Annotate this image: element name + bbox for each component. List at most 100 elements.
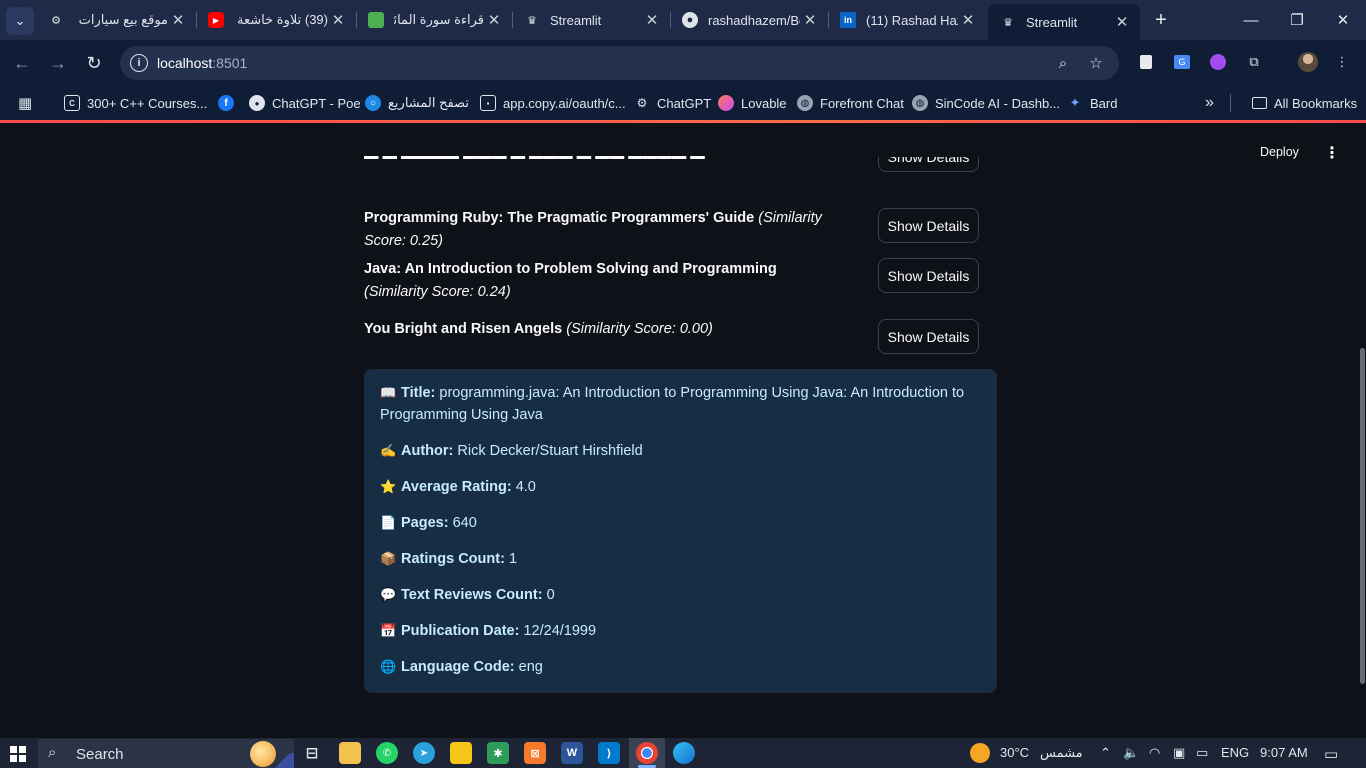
windows-taskbar: ⌕ Search ⊟ ✆ ➤ ✱ ⊠ W ⟩ 30°C مشمس ⌃ 🔈 ◠ ▣… [0, 738, 1366, 768]
taskbar-search-box[interactable]: ⌕ Search [38, 739, 294, 768]
close-tab-icon[interactable]: ✕ [800, 10, 820, 30]
chevron-up-icon[interactable]: ⌃ [1100, 745, 1111, 761]
forward-arrow-icon[interactable]: → [46, 51, 70, 75]
clock-time[interactable]: 9:07 AM [1260, 745, 1308, 760]
bookmark-label: app.copy.ai/oauth/c... [503, 95, 626, 111]
file-explorer-icon[interactable] [339, 742, 361, 764]
bookmarks-divider [1230, 92, 1231, 114]
whatsapp-icon[interactable]: ✆ [376, 742, 398, 764]
poe-icon: ● [249, 95, 265, 111]
windows-start-icon[interactable] [10, 746, 26, 762]
tab-search-chevron-icon[interactable]: ⌄ [6, 7, 34, 35]
show-details-button[interactable]: Show Details [878, 157, 979, 172]
url-host: localhost [157, 55, 213, 71]
lovable-icon [718, 95, 734, 111]
app-icon[interactable]: ✱ [487, 742, 509, 764]
chrome-icon[interactable] [636, 742, 658, 764]
zoom-search-icon[interactable]: ⌕ [1053, 53, 1073, 73]
tab-car-sales[interactable]: ⚙ موقع بيع سيارات ✕ [36, 0, 196, 40]
address-url[interactable]: localhost:8501 [157, 55, 247, 71]
telegram-icon[interactable]: ➤ [413, 742, 435, 764]
tab-streamlit-active[interactable]: ♛ Streamlit ✕ [988, 4, 1140, 40]
course-icon: C [64, 95, 80, 111]
tab-github[interactable]: ● rashadhazem/Bo ✕ [670, 0, 828, 40]
bookmark-chatgpt[interactable]: ⚙ ChatGPT [634, 92, 712, 114]
bookmark-bard[interactable]: ✦ Bard [1067, 92, 1118, 114]
scrollbar-thumb[interactable] [1360, 348, 1365, 684]
apps-grid-icon[interactable]: ▦ [18, 92, 32, 114]
show-details-button[interactable]: Show Details [878, 319, 979, 354]
site-info-icon[interactable]: i [130, 54, 148, 72]
detail-label: Language Code: [401, 659, 515, 675]
close-tab-icon[interactable]: ✕ [642, 10, 662, 30]
extensions-puzzle-icon[interactable]: ⧉ [1244, 52, 1264, 72]
detail-value: Rick Decker/Stuart Hirshfield [457, 443, 643, 459]
word-icon[interactable]: W [561, 742, 583, 764]
close-tab-icon[interactable]: ✕ [1112, 12, 1132, 32]
github-icon: ● [682, 12, 698, 28]
deploy-button[interactable]: Deploy [1260, 145, 1299, 159]
purple-extension-icon[interactable] [1208, 52, 1228, 72]
package-icon: 📦 [380, 551, 397, 566]
restore-button[interactable]: ❐ [1274, 0, 1320, 40]
tab-quran-recitation[interactable]: ▶ (39) تلاوة خاشعة ✕ [196, 0, 356, 40]
bookmark-projects[interactable]: ○ تصفح المشاريع [365, 92, 469, 114]
tab-title: (11) Rashad Haz [866, 12, 958, 28]
show-details-button[interactable]: Show Details [878, 208, 979, 243]
more-bookmarks-button[interactable]: » [1205, 92, 1214, 114]
detail-value: 1 [508, 551, 518, 567]
address-bar[interactable]: i localhost:8501 ⌕ ☆ [120, 46, 1119, 80]
copyai-icon: ▪ [480, 95, 496, 111]
bookmark-sincode[interactable]: ◍ SinCode AI - Dashb... [912, 92, 1060, 114]
speech-bubble-icon: 💬 [380, 587, 397, 602]
camera-icon[interactable]: ▣ [1173, 745, 1185, 761]
reload-icon[interactable]: ↻ [82, 51, 106, 75]
bookmark-copyai[interactable]: ▪ app.copy.ai/oauth/c... [480, 92, 626, 114]
vscode-icon[interactable]: ⟩ [598, 742, 620, 764]
bookmark-forefront[interactable]: ◍ Forefront Chat [797, 92, 904, 114]
wifi-icon[interactable]: ◠ [1149, 745, 1160, 761]
close-window-button[interactable]: ✕ [1320, 0, 1366, 40]
bookmark-cpp-courses[interactable]: C 300+ C++ Courses... [64, 92, 207, 114]
edge-icon[interactable] [673, 742, 695, 764]
tab-linkedin[interactable]: in (11) Rashad Haz ✕ [828, 0, 986, 40]
app-menu-icon[interactable]: ⋮ [1322, 143, 1342, 163]
weather-sun-icon[interactable] [970, 743, 990, 763]
close-tab-icon[interactable]: ✕ [328, 10, 348, 30]
tab-surah[interactable]: قراءة سورة المائدة ✕ [356, 0, 512, 40]
bookmark-lovable[interactable]: Lovable [718, 92, 787, 114]
close-tab-icon[interactable]: ✕ [958, 10, 978, 30]
bookmark-star-icon[interactable]: ☆ [1086, 53, 1106, 73]
xampp-icon[interactable]: ⊠ [524, 742, 546, 764]
projects-icon: ○ [365, 95, 381, 111]
weather-condition[interactable]: مشمس [1040, 745, 1083, 761]
writing-hand-icon: ✍️ [380, 443, 397, 458]
speaker-icon[interactable]: 🔈 [1123, 745, 1139, 761]
battery-icon[interactable]: ▭ [1196, 745, 1208, 761]
weather-temperature[interactable]: 30°C [1000, 745, 1029, 760]
notifications-icon[interactable]: ▭ [1324, 745, 1338, 763]
tab-streamlit-1[interactable]: ♛ Streamlit ✕ [512, 0, 670, 40]
page-icon: 📄 [380, 515, 397, 530]
new-tab-button[interactable]: + [1148, 8, 1174, 32]
input-language[interactable]: ENG [1221, 745, 1249, 760]
bookmark-poe[interactable]: ● ChatGPT - Poe [249, 92, 361, 114]
minimize-button[interactable]: — [1228, 0, 1274, 40]
result-row: You Bright and Risen Angels (Similarity … [364, 318, 844, 341]
task-view-icon[interactable]: ⊟ [301, 742, 323, 764]
profile-avatar[interactable] [1298, 52, 1318, 72]
close-tab-icon[interactable]: ✕ [484, 10, 504, 30]
bookmark-facebook[interactable]: f [218, 92, 241, 114]
show-details-button[interactable]: Show Details [878, 258, 979, 293]
translate-extension-icon[interactable]: G [1172, 52, 1192, 72]
browser-menu-icon[interactable]: ⋮ [1332, 52, 1352, 72]
close-tab-icon[interactable]: ✕ [168, 10, 188, 30]
youtube-icon: ▶ [208, 12, 224, 28]
url-port: :8501 [212, 55, 248, 71]
all-bookmarks-button[interactable]: All Bookmarks [1252, 92, 1357, 114]
back-arrow-icon[interactable]: ← [10, 51, 34, 75]
power-bi-icon[interactable] [450, 742, 472, 764]
similarity-score: (Similarity Score: 0.00) [566, 321, 713, 337]
notes-extension-icon[interactable] [1136, 52, 1156, 72]
bookmark-label: ChatGPT - Poe [272, 95, 361, 111]
